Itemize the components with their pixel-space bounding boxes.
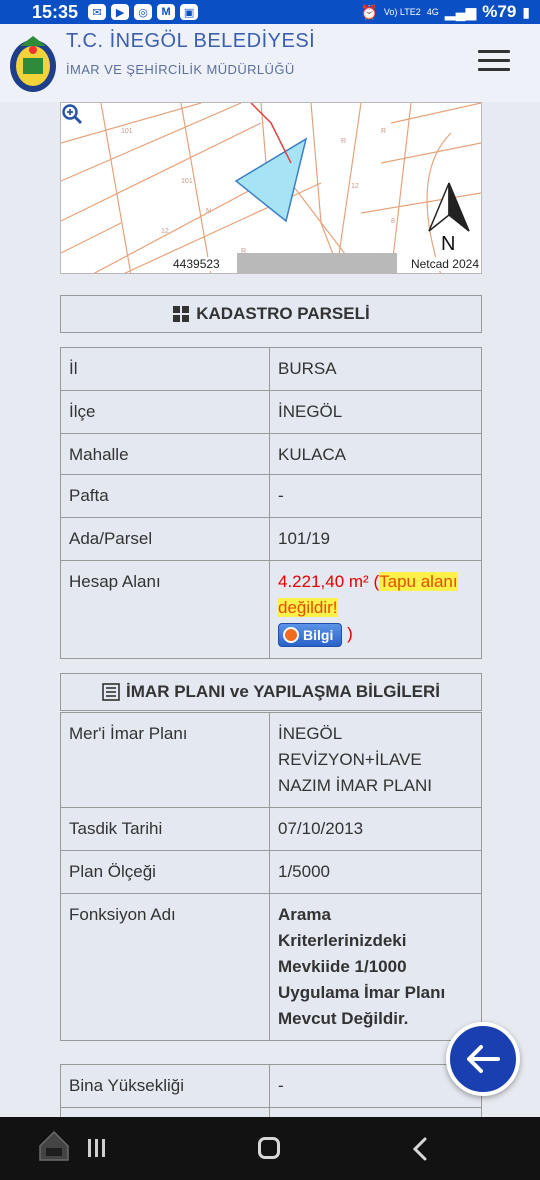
table-row: Mer'i İmar Planı İNEGÖL REVİZYON+İLAVE N… xyxy=(60,712,482,808)
alarm-icon: ⏰ xyxy=(360,3,378,20)
svg-text:12: 12 xyxy=(161,228,169,235)
table-row: Plan Ölçeği 1/5000 xyxy=(60,850,482,894)
zoom-icon[interactable] xyxy=(61,103,83,125)
table-row: Hesap Alanı 4.221,40 m² (Tapu alanı deği… xyxy=(60,560,482,659)
kadastro-title: KADASTRO PARSELİ xyxy=(196,304,370,323)
table-row: Pafta - xyxy=(60,474,482,518)
fonksiyon-line: Kriterlerinizdeki xyxy=(278,931,407,950)
kadastro-location-table: İl BURSA İlçe İNEGÖL Mahalle KULACA xyxy=(60,347,482,477)
youtube-icon: ▶ xyxy=(111,4,130,20)
app-header: T.C. İNEGÖL BELEDİYESİ İMAR VE ŞEHİRCİLİ… xyxy=(0,24,540,102)
table-row: Tasdik Tarihi 07/10/2013 xyxy=(60,807,482,851)
row-value: İNEGÖL xyxy=(269,390,482,434)
municipality-logo xyxy=(10,36,56,92)
battery-level: %79 xyxy=(482,2,517,21)
imar-title: İMAR PLANI ve YAPILAŞMA BİLGİLERİ xyxy=(126,682,440,701)
fonksiyon-line: Uygulama İmar Planı xyxy=(278,983,446,1002)
svg-text:R: R xyxy=(341,138,346,145)
fonksiyon-line: Mevkiide 1/1000 xyxy=(278,957,407,976)
meri-plan-value: İNEGÖL REVİZYON+İLAVE NAZIM İMAR PLANI xyxy=(269,712,482,808)
svg-text:8: 8 xyxy=(391,218,395,225)
table-row: Bina Yüksekliği - xyxy=(60,1064,482,1108)
table-row: Ada/Parsel 101/19 xyxy=(60,517,482,561)
row-value: - xyxy=(269,474,482,518)
row-key: Ada/Parsel xyxy=(60,517,270,561)
hesap-open-paren: ( xyxy=(368,572,380,591)
meri-line: NAZIM İMAR PLANI xyxy=(278,776,432,795)
row-key: İlçe xyxy=(60,390,270,434)
north-arrow-icon xyxy=(428,182,470,232)
battery-icon: ▮ xyxy=(522,3,530,20)
row-key: Plan Ölçeği xyxy=(60,850,270,894)
info-button-label: Bilgi xyxy=(303,626,334,643)
redacted-area xyxy=(237,253,397,273)
fonksiyon-value: Arama Kriterlerinizdeki Mevkiide 1/1000 … xyxy=(269,893,482,1041)
row-key: Tasdik Tarihi xyxy=(60,807,270,851)
menu-icon[interactable] xyxy=(478,50,510,74)
row-key: Bina Yüksekliği xyxy=(60,1064,270,1108)
gmail-icon: M xyxy=(157,4,176,20)
hesap-close-paren: ) xyxy=(342,624,353,643)
svg-text:101: 101 xyxy=(181,178,193,185)
messenger-icon: ✉ xyxy=(88,4,107,20)
brand-subtitle: İMAR VE ŞEHİRCİLİK MÜDÜRLÜĞÜ xyxy=(66,62,295,77)
fonksiyon-line: Arama xyxy=(278,905,331,924)
watermark-logo xyxy=(39,1130,69,1161)
map-coordinates: 4439523 xyxy=(171,257,222,271)
home-icon[interactable] xyxy=(258,1137,280,1159)
network-label: Vo) LTE2 xyxy=(383,6,421,17)
recents-icon[interactable] xyxy=(88,1139,110,1159)
globe-icon xyxy=(283,626,299,643)
status-right: ⏰ Vo) LTE2 4G ▂▄▆ %79 ▮ xyxy=(360,2,530,22)
table-row: Fonksiyon Adı Arama Kriterlerinizdeki Me… xyxy=(60,893,482,1041)
list-icon xyxy=(102,683,120,701)
parcel-map[interactable]: 101 101 12 R R 12 8 NR N 4439523 Netcad 2024 xyxy=(60,102,482,274)
selected-parcel xyxy=(234,137,308,223)
hesap-alani-value-cell: 4.221,40 m² (Tapu alanı değildir! Bilgi … xyxy=(269,560,482,659)
table-row: Mahalle KULACA xyxy=(60,433,482,477)
parcel-map-drawing: 10110112 RR128 NR N xyxy=(61,103,481,273)
row-key: Hesap Alanı xyxy=(60,560,270,659)
system-nav-bar xyxy=(0,1117,540,1180)
instagram-icon: ◎ xyxy=(134,4,153,20)
hesap-alani-value: 4.221,40 m² xyxy=(278,572,369,591)
kadastro-section-header: KADASTRO PARSELİ xyxy=(60,295,482,333)
fonksiyon-line: Mevcut Değildir. xyxy=(278,1009,409,1028)
back-fab-button[interactable] xyxy=(446,1022,520,1096)
back-icon[interactable] xyxy=(410,1137,430,1161)
svg-text:12: 12 xyxy=(351,183,359,190)
status-time: 15:35 xyxy=(32,1,79,22)
svg-text:N: N xyxy=(206,208,211,215)
svg-text:R: R xyxy=(381,128,386,135)
row-value: 1/5000 xyxy=(269,850,482,894)
north-label: N xyxy=(441,233,455,255)
imar-table: Mer'i İmar Planı İNEGÖL REVİZYON+İLAVE N… xyxy=(60,712,482,1041)
imar-section-header: İMAR PLANI ve YAPILAŞMA BİLGİLERİ xyxy=(60,673,482,711)
info-button[interactable]: Bilgi xyxy=(278,622,343,647)
gallery-icon: ▣ xyxy=(180,4,199,20)
signal-icon: ▂▄▆ xyxy=(444,3,477,20)
kadastro-parcel-table: Pafta - Ada/Parsel 101/19 Hesap Alanı 4.… xyxy=(60,474,482,659)
meri-line: REVİZYON+İLAVE xyxy=(278,750,422,769)
arrow-left-icon xyxy=(467,1045,500,1073)
notification-icons: ✉ ▶ ◎ M ▣ xyxy=(88,4,199,20)
row-value: BURSA xyxy=(269,347,482,391)
map-credit: Netcad 2024 xyxy=(410,257,479,271)
network-gen: 4G xyxy=(426,6,439,17)
meri-line: İNEGÖL xyxy=(278,724,343,743)
row-key: Mahalle xyxy=(60,433,270,477)
row-value: 101/19 xyxy=(269,517,482,561)
status-bar: 15:35 ✉ ▶ ◎ M ▣ ⏰ Vo) LTE2 4G ▂▄▆ %79 ▮ xyxy=(0,0,540,24)
grid-icon xyxy=(173,306,190,322)
svg-text:101: 101 xyxy=(121,128,133,135)
row-value: 07/10/2013 xyxy=(269,807,482,851)
table-row: İlçe İNEGÖL xyxy=(60,390,482,434)
table-row: İl BURSA xyxy=(60,347,482,391)
row-key: Pafta xyxy=(60,474,270,518)
row-key: İl xyxy=(60,347,270,391)
row-key: Fonksiyon Adı xyxy=(60,893,270,1041)
brand-title: T.C. İNEGÖL BELEDİYESİ xyxy=(66,30,316,52)
row-key: Mer'i İmar Planı xyxy=(60,712,270,808)
row-value: KULACA xyxy=(269,433,482,477)
